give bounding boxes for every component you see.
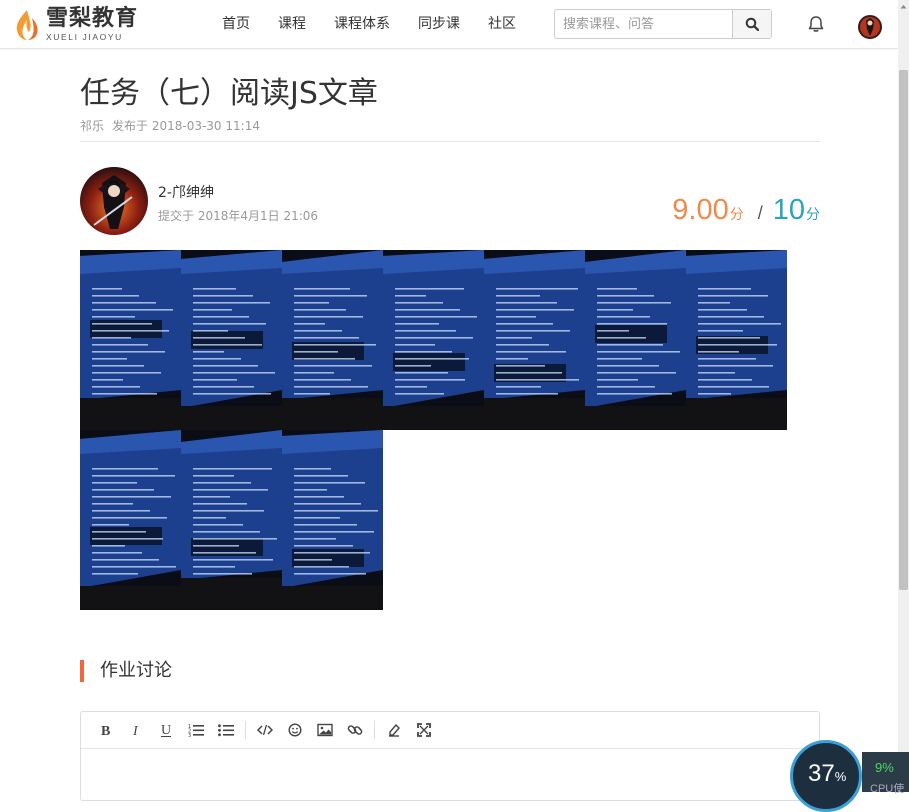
submission-photo[interactable]: [181, 430, 282, 610]
submission-photo[interactable]: [585, 250, 686, 430]
flame-logo-icon: [16, 10, 38, 40]
cpu-percent-value: 37: [808, 760, 835, 787]
submission-photo[interactable]: [686, 250, 787, 430]
bold-button[interactable]: B: [91, 716, 121, 744]
nav-community[interactable]: 社区: [474, 0, 530, 48]
unordered-list-icon: [218, 724, 234, 737]
nav-home[interactable]: 首页: [208, 0, 264, 48]
emoji-button[interactable]: [280, 716, 310, 744]
code-icon: [257, 724, 273, 736]
italic-icon: I: [132, 724, 139, 737]
ordered-list-button[interactable]: 1 2 3: [181, 716, 211, 744]
cpu-side-panel: 9% CPU使: [862, 752, 909, 795]
svg-text:B: B: [101, 724, 110, 737]
bold-icon: B: [101, 724, 110, 737]
editor-toolbar: B I U 1 2 3: [81, 712, 819, 749]
search-icon: [745, 17, 759, 31]
link-button[interactable]: [340, 716, 370, 744]
unordered-list-button[interactable]: [211, 716, 241, 744]
underline-button[interactable]: U: [151, 716, 181, 744]
eraser-button[interactable]: [379, 716, 409, 744]
site-logo[interactable]: 雪梨教育 XUELI JIAOYU: [12, 6, 138, 44]
code-button[interactable]: [250, 716, 280, 744]
link-icon: [347, 725, 363, 735]
cpu-monitor-widget[interactable]: 9% CPU使 37%: [790, 740, 909, 812]
article-author[interactable]: 祁乐: [80, 119, 104, 133]
svg-text:U: U: [161, 723, 171, 738]
submit-time: 提交于 2018年4月1日 21:06: [158, 209, 319, 223]
nav-courses[interactable]: 课程: [264, 0, 320, 48]
underline-icon: U: [161, 723, 171, 738]
article-meta: 祁乐 发布于 2018-03-30 11:14: [80, 117, 268, 134]
scroll-up-arrow-icon[interactable]: [898, 0, 909, 14]
article-published: 发布于 2018-03-30 11:14: [112, 119, 260, 133]
italic-button[interactable]: I: [121, 716, 151, 744]
submitter-avatar[interactable]: [80, 167, 148, 235]
ordered-list-icon: 1 2 3: [188, 724, 204, 737]
submission-photo[interactable]: [80, 430, 181, 610]
svg-text:3: 3: [188, 733, 191, 737]
image-icon: [317, 723, 333, 737]
discussion-heading: 作业讨论: [80, 660, 172, 682]
submission-photo[interactable]: [282, 250, 383, 430]
score-separator: /: [757, 203, 763, 223]
submission-photo[interactable]: [383, 250, 484, 430]
search-box: [554, 9, 772, 39]
site-header: 雪梨教育 XUELI JIAOYU 首页 课程 课程体系 同步课 社区: [0, 0, 898, 49]
cpu-percent: 37%: [808, 760, 846, 788]
scroll-thumb[interactable]: [899, 70, 908, 590]
page-title: 任务（七）阅读JS文章: [80, 76, 378, 111]
search-button[interactable]: [732, 10, 771, 38]
smiley-icon: [288, 723, 302, 737]
fullscreen-icon: [417, 723, 431, 737]
submission-photo[interactable]: [484, 250, 585, 430]
page-scrollbar[interactable]: [898, 0, 909, 792]
fullscreen-button[interactable]: [409, 716, 439, 744]
submission-photo[interactable]: [80, 250, 181, 430]
cpu-side-label: CPU使: [870, 783, 905, 795]
submitter-name[interactable]: 2-邝绅绅: [158, 182, 214, 202]
cpu-percent-sign: %: [834, 769, 847, 784]
submission-photo[interactable]: [282, 430, 383, 610]
logo-subtitle: XUELI JIAOYU: [46, 32, 123, 43]
score-unit: 分: [729, 206, 744, 222]
image-button[interactable]: [310, 716, 340, 744]
nav-sync-course[interactable]: 同步课: [404, 0, 474, 48]
user-avatar-small[interactable]: [858, 15, 882, 39]
search-input[interactable]: [555, 10, 733, 38]
toolbar-separator: [374, 721, 375, 739]
title-divider: [80, 141, 820, 142]
nav-curriculum[interactable]: 课程体系: [320, 0, 404, 48]
comment-editor[interactable]: B I U 1 2 3: [80, 711, 820, 801]
logo-title: 雪梨教育: [46, 6, 139, 32]
eraser-icon: [389, 723, 400, 737]
main-nav: 首页 课程 课程体系 同步课 社区: [208, 0, 530, 48]
bell-icon[interactable]: [806, 14, 826, 34]
toolbar-separator: [245, 721, 246, 739]
cpu-side-value: 9%: [875, 760, 894, 775]
score-display: 9.00 分 / 10 分: [672, 194, 820, 227]
score-total-unit: 分: [806, 206, 820, 222]
svg-text:I: I: [132, 724, 139, 737]
submission-photo[interactable]: [181, 250, 282, 430]
score-total: 10: [772, 194, 805, 226]
score-value: 9.00: [672, 194, 729, 226]
